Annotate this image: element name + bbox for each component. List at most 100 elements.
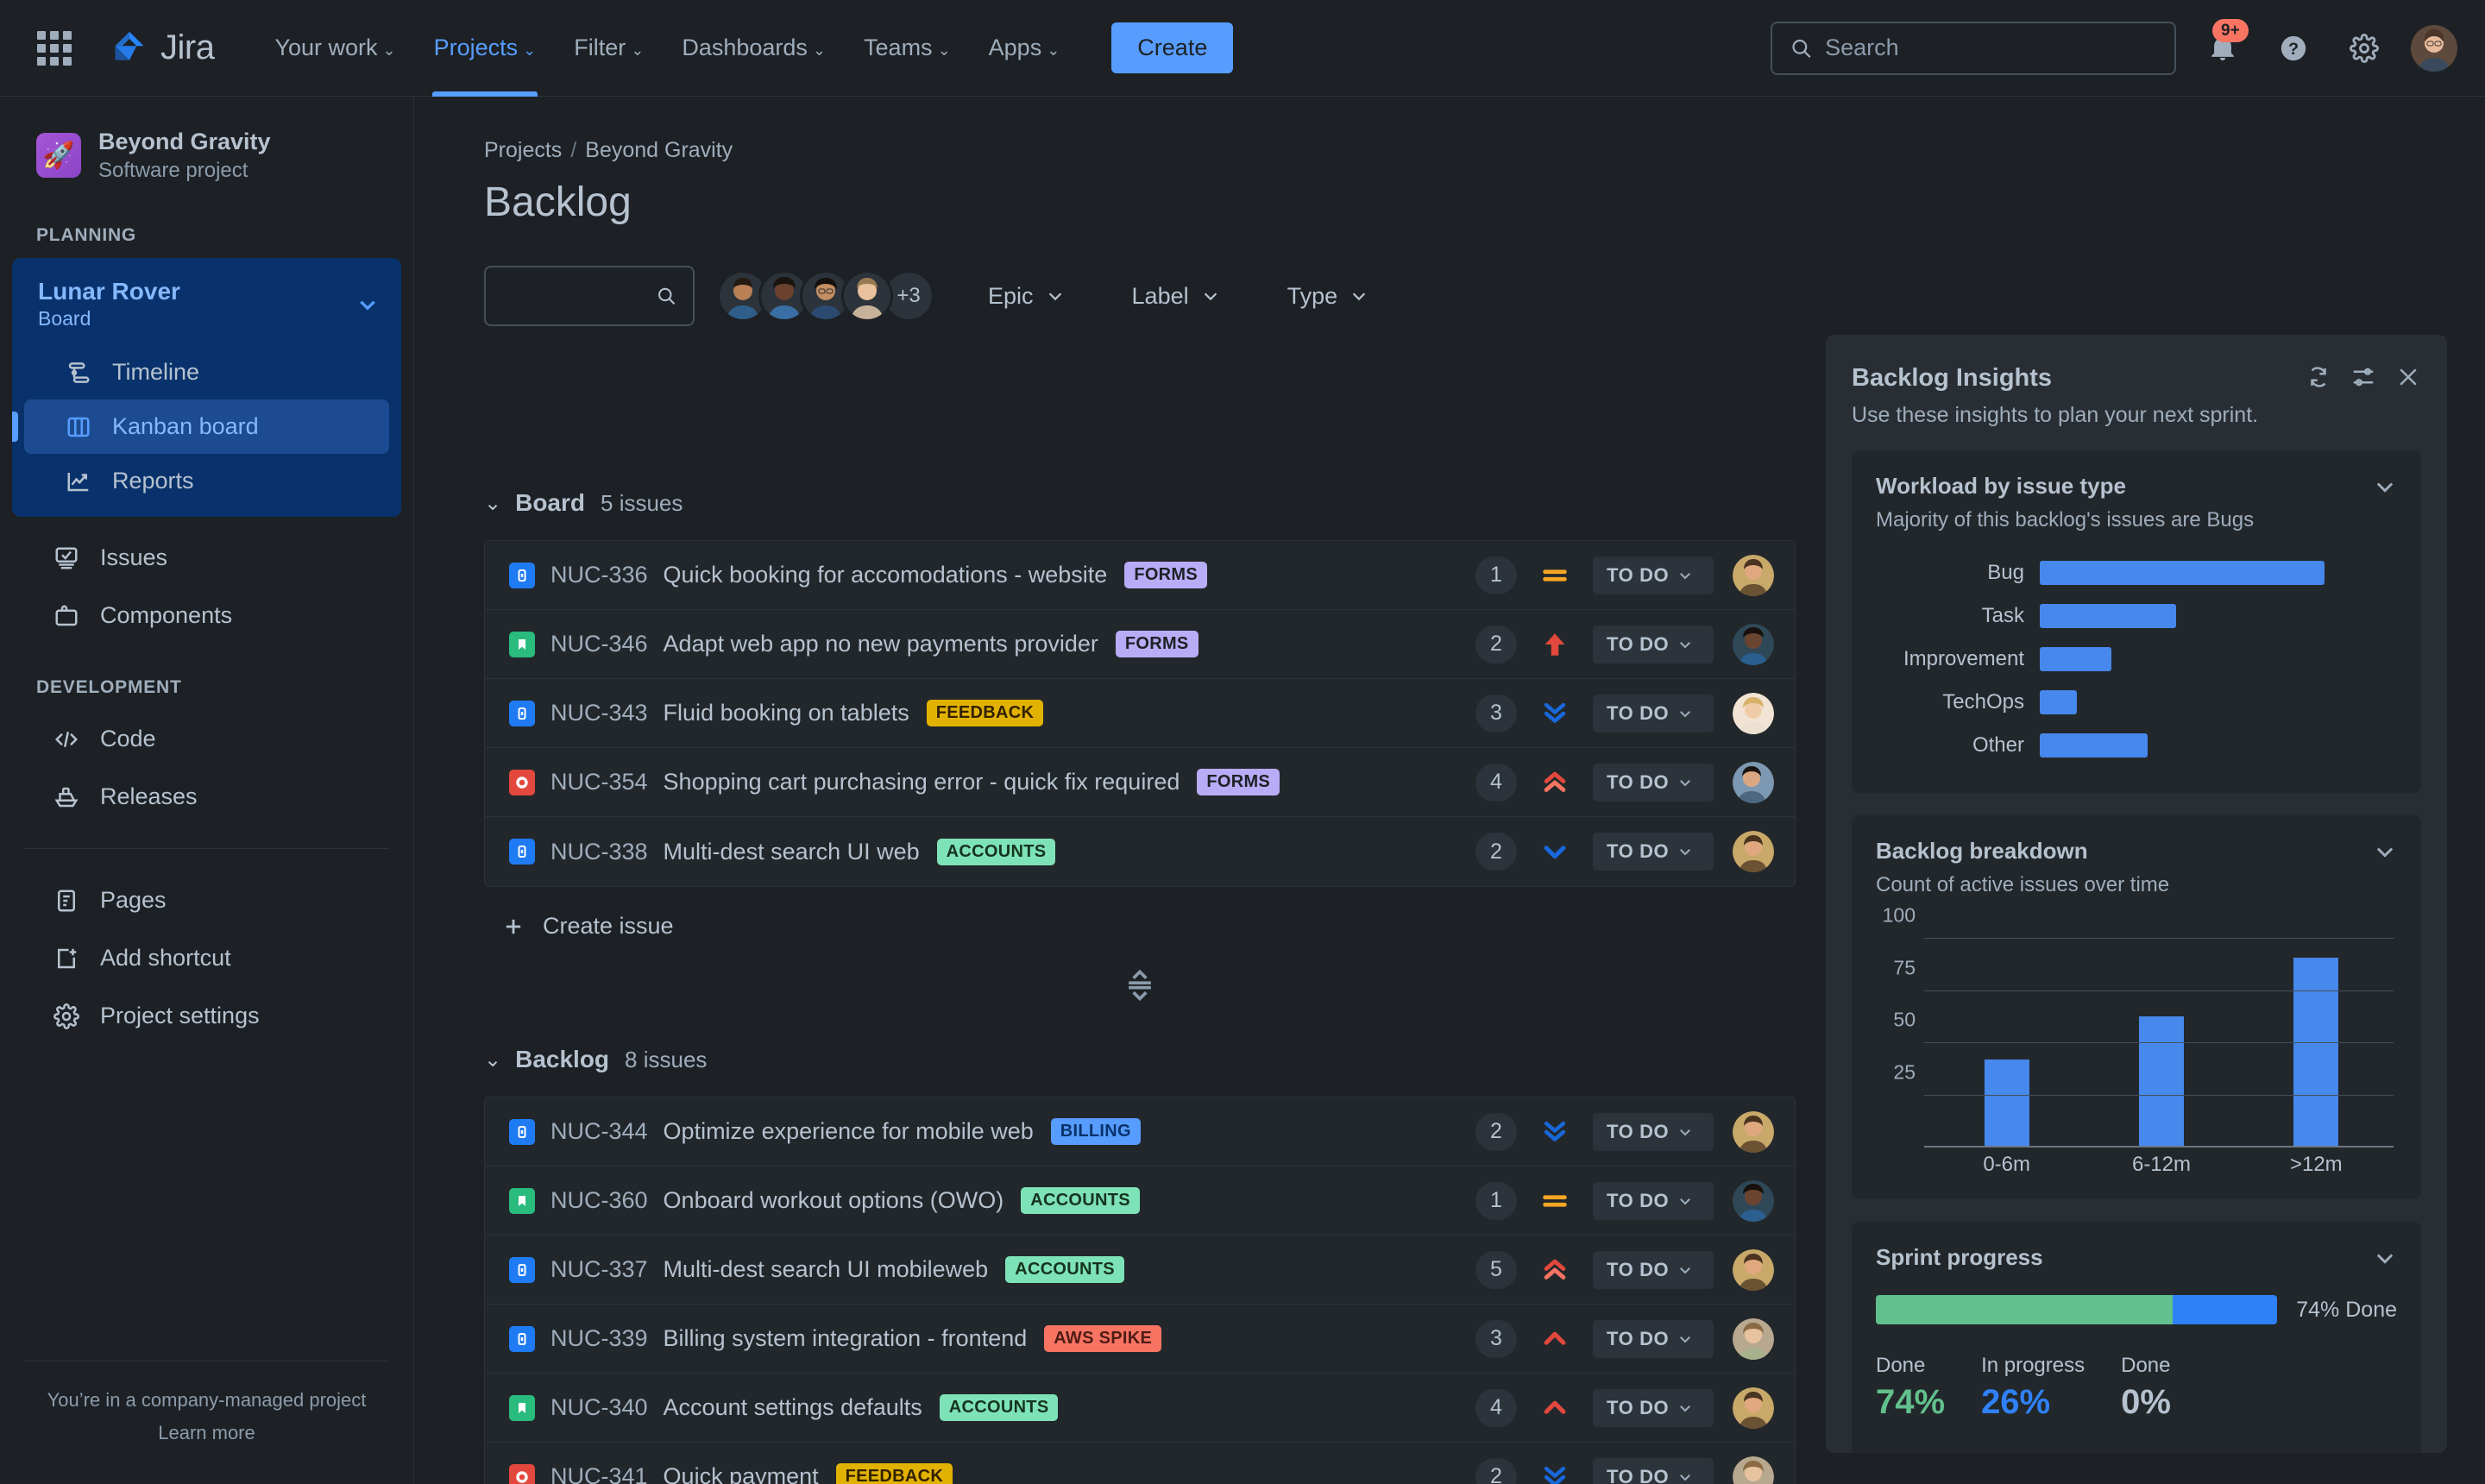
epic-tag[interactable]: FORMS: [1115, 631, 1198, 657]
global-search-box[interactable]: [1771, 21, 2176, 75]
issue-row[interactable]: NUC-339 Billing system integration - fro…: [485, 1305, 1795, 1374]
issue-key[interactable]: NUC-336: [550, 562, 648, 588]
story-point-estimate[interactable]: 2: [1475, 625, 1517, 663]
assignee-avatar[interactable]: [1733, 554, 1774, 596]
nav-item-your-work[interactable]: Your work ⌄: [255, 0, 414, 97]
sidebar-item-add-shortcut[interactable]: Add shortcut: [12, 929, 401, 987]
nav-item-projects[interactable]: Projects ⌄: [415, 0, 556, 97]
story-point-estimate[interactable]: 3: [1475, 694, 1517, 733]
story-point-estimate[interactable]: 4: [1475, 763, 1517, 802]
status-dropdown[interactable]: TO DO: [1593, 556, 1714, 594]
section-resize-handle[interactable]: [484, 965, 1796, 1003]
chevron-down-icon[interactable]: [2373, 1246, 2397, 1270]
issue-key[interactable]: NUC-337: [550, 1256, 648, 1283]
sidebar-item-code[interactable]: Code: [12, 710, 401, 768]
user-avatar[interactable]: [2411, 24, 2457, 72]
assignee-avatar[interactable]: [1733, 692, 1774, 734]
epic-tag[interactable]: FORMS: [1197, 769, 1280, 795]
chevron-down-icon[interactable]: [2373, 475, 2397, 499]
assignee-avatar[interactable]: [1733, 1456, 1774, 1484]
status-dropdown[interactable]: TO DO: [1593, 1319, 1714, 1358]
status-dropdown[interactable]: TO DO: [1593, 1112, 1714, 1151]
issue-row[interactable]: NUC-360 Onboard workout options (OWO) AC…: [485, 1166, 1795, 1236]
sidebar-item-components[interactable]: Components: [12, 587, 401, 645]
assignee-avatar[interactable]: [1733, 623, 1774, 665]
issue-row[interactable]: NUC-346 Adapt web app no new payments pr…: [485, 610, 1795, 679]
sidebar-item-pages[interactable]: Pages: [12, 871, 401, 929]
epic-tag[interactable]: ACCOUNTS: [1005, 1256, 1124, 1283]
issue-row[interactable]: NUC-338 Multi-dest search UI web ACCOUNT…: [485, 817, 1795, 886]
epic-tag[interactable]: FEEDBACK: [926, 700, 1044, 726]
issue-key[interactable]: NUC-343: [550, 700, 648, 726]
status-dropdown[interactable]: TO DO: [1593, 763, 1714, 802]
apps-grid-icon[interactable]: [35, 28, 74, 68]
nav-item-filter[interactable]: Filter ⌄: [555, 0, 663, 97]
create-button[interactable]: Create: [1111, 22, 1234, 73]
assignee-avatar[interactable]: [1733, 1387, 1774, 1429]
story-point-estimate[interactable]: 3: [1475, 1319, 1517, 1358]
nav-item-dashboards[interactable]: Dashboards ⌄: [663, 0, 845, 97]
jira-logo[interactable]: Jira: [110, 28, 215, 67]
story-point-estimate[interactable]: 2: [1475, 1112, 1517, 1151]
issue-key[interactable]: NUC-339: [550, 1325, 648, 1352]
filter-type-dropdown[interactable]: Type: [1274, 274, 1383, 318]
story-point-estimate[interactable]: 4: [1475, 1388, 1517, 1427]
backlog-search-box[interactable]: [484, 266, 695, 326]
sidebar-item-reports[interactable]: Reports: [24, 454, 389, 508]
nav-item-apps[interactable]: Apps ⌄: [970, 0, 1079, 97]
story-point-estimate[interactable]: 1: [1475, 556, 1517, 594]
epic-tag[interactable]: AWS SPIKE: [1044, 1325, 1162, 1352]
issue-key[interactable]: NUC-346: [550, 631, 648, 657]
close-icon[interactable]: [2395, 364, 2421, 390]
nav-item-teams[interactable]: Teams ⌄: [845, 0, 970, 97]
epic-tag[interactable]: ACCOUNTS: [939, 1394, 1059, 1421]
issue-row[interactable]: NUC-340 Account settings defaults ACCOUN…: [485, 1374, 1795, 1443]
status-dropdown[interactable]: TO DO: [1593, 1181, 1714, 1220]
issue-key[interactable]: NUC-360: [550, 1187, 648, 1214]
status-dropdown[interactable]: TO DO: [1593, 694, 1714, 733]
assignee-avatar[interactable]: [1733, 761, 1774, 803]
issue-key[interactable]: NUC-344: [550, 1118, 648, 1145]
sidebar-item-project-settings[interactable]: Project settings: [12, 987, 401, 1045]
issue-key[interactable]: NUC-340: [550, 1394, 648, 1421]
issue-row[interactable]: NUC-343 Fluid booking on tablets FEEDBAC…: [485, 679, 1795, 748]
settings-button[interactable]: [2340, 24, 2388, 72]
issue-row[interactable]: NUC-344 Optimize experience for mobile w…: [485, 1097, 1795, 1166]
assignee-avatar[interactable]: [1733, 1179, 1774, 1222]
issue-key[interactable]: NUC-354: [550, 769, 648, 795]
assignee-avatar[interactable]: [1733, 831, 1774, 872]
help-button[interactable]: ?: [2269, 24, 2318, 72]
chevron-down-icon[interactable]: [356, 293, 379, 316]
issue-key[interactable]: NUC-338: [550, 839, 648, 865]
collapse-chevron-icon[interactable]: ⌄: [484, 491, 501, 516]
epic-tag[interactable]: ACCOUNTS: [1021, 1187, 1140, 1214]
learn-more-link[interactable]: Learn more: [0, 1422, 413, 1444]
issue-row[interactable]: NUC-337 Multi-dest search UI mobileweb A…: [485, 1236, 1795, 1305]
assignee-avatar[interactable]: [1733, 1317, 1774, 1360]
sidebar-item-timeline[interactable]: Timeline: [24, 345, 389, 399]
filter-epic-dropdown[interactable]: Epic: [974, 274, 1079, 318]
assignee-avatar[interactable]: [1733, 1248, 1774, 1291]
backlog-search-input[interactable]: [501, 284, 657, 308]
status-dropdown[interactable]: TO DO: [1593, 1457, 1714, 1484]
epic-tag[interactable]: BILLING: [1050, 1118, 1141, 1145]
global-search-input[interactable]: [1825, 35, 2157, 61]
filter-label-dropdown[interactable]: Label: [1118, 274, 1234, 318]
story-point-estimate[interactable]: 5: [1475, 1250, 1517, 1289]
refresh-icon[interactable]: [2306, 364, 2331, 390]
story-point-estimate[interactable]: 1: [1475, 1181, 1517, 1220]
status-dropdown[interactable]: TO DO: [1593, 1388, 1714, 1427]
breadcrumb-projects[interactable]: Projects: [484, 138, 562, 163]
status-dropdown[interactable]: TO DO: [1593, 833, 1714, 871]
collapse-chevron-icon[interactable]: ⌄: [484, 1047, 501, 1072]
status-dropdown[interactable]: TO DO: [1593, 1250, 1714, 1289]
avatar[interactable]: [841, 270, 893, 322]
settings-sliders-icon[interactable]: [2350, 364, 2376, 390]
notifications-button[interactable]: 9+: [2199, 18, 2249, 72]
chevron-down-icon[interactable]: [2373, 839, 2397, 864]
epic-tag[interactable]: FORMS: [1124, 562, 1208, 588]
sidebar-item-releases[interactable]: Releases: [12, 768, 401, 826]
sidebar-item-kanban-board[interactable]: Kanban board: [12, 399, 389, 455]
story-point-estimate[interactable]: 2: [1475, 833, 1517, 871]
epic-tag[interactable]: ACCOUNTS: [936, 838, 1056, 865]
